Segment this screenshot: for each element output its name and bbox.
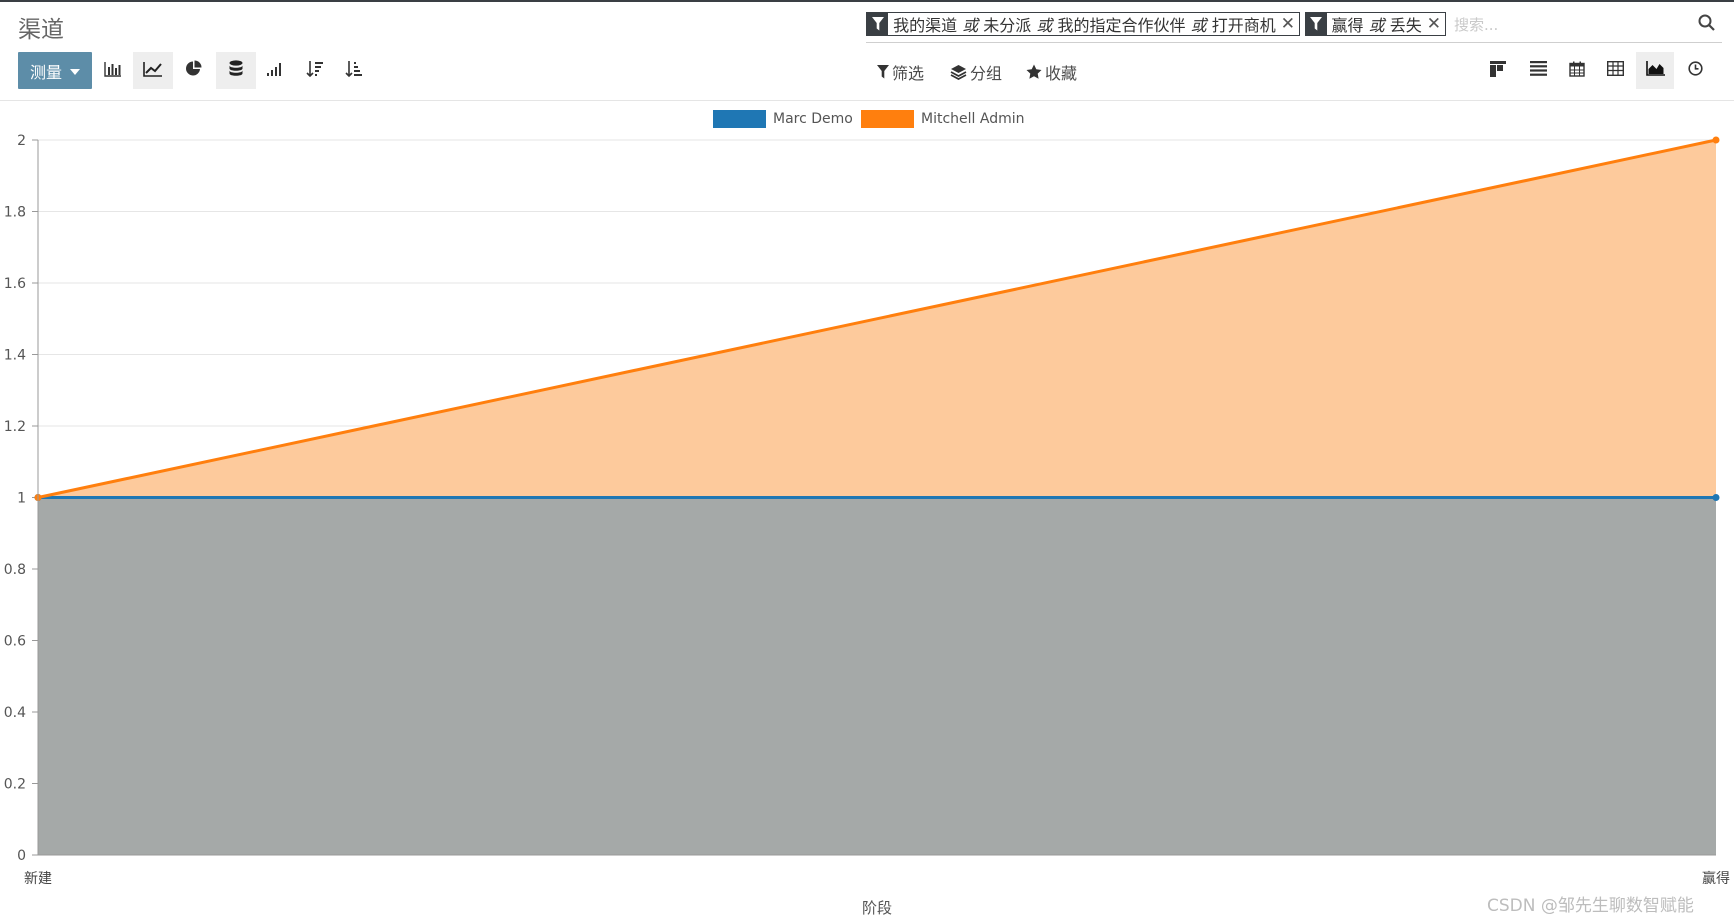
y-tick-label: 2 (17, 133, 26, 149)
facet-separator: 或 (962, 16, 979, 35)
sort-amount-asc-icon (345, 60, 363, 82)
search-facet-filter-1[interactable]: 我的渠道 或 未分派 或 我的指定合作伙伴 或 打开商机 ✕ (866, 12, 1300, 36)
filter-icon (877, 65, 889, 79)
filters-label: 筛选 (892, 64, 925, 83)
x-tick-label: 赢得 (1702, 870, 1730, 887)
facet-separator: 或 (1368, 16, 1385, 35)
view-list-button[interactable] (1519, 52, 1557, 89)
y-tick-label: 0.4 (4, 705, 26, 721)
view-calendar-button[interactable] (1558, 52, 1596, 89)
favorites-label: 收藏 (1045, 64, 1078, 83)
facet-separator: 或 (1036, 16, 1053, 35)
search-bar[interactable]: 我的渠道 或 未分派 或 我的指定合作伙伴 或 打开商机 ✕ 赢得 或 丢失 ✕ (866, 9, 1722, 43)
data-point-series-1 (1712, 136, 1720, 144)
page-title: 渠道 (18, 17, 64, 43)
table-icon (1606, 60, 1624, 80)
cumulative-button[interactable] (255, 52, 295, 89)
stacked-button[interactable] (216, 52, 256, 89)
facet-value: 未分派 (983, 16, 1032, 35)
filters-menu-button[interactable]: 筛选 (877, 60, 924, 84)
area-chart: 0 0.2 0.4 0.6 0.8 1 1.2 1.4 1.6 1.8 2 新建 赢得 (4, 133, 1730, 887)
bar-chart-icon (104, 61, 122, 81)
view-pivot-button[interactable] (1596, 52, 1634, 89)
line-chart-button[interactable] (133, 52, 173, 89)
y-tick-label: 1.2 (4, 419, 26, 435)
sort-descending-button[interactable] (295, 52, 335, 89)
groupby-label: 分组 (970, 64, 1003, 83)
y-tick-label: 0 (17, 848, 26, 864)
filter-icon (867, 13, 889, 35)
search-facet-filter-2[interactable]: 赢得 或 丢失 ✕ (1305, 12, 1446, 36)
y-tick-label: 0.6 (4, 634, 26, 650)
x-axis-title: 阶段 (862, 899, 893, 917)
calendar-icon (1569, 61, 1585, 81)
sort-amount-desc-icon (306, 60, 324, 82)
facet-value: 我的指定合作伙伴 (1057, 16, 1186, 35)
favorites-menu-button[interactable]: 收藏 (1026, 60, 1077, 84)
facet-value: 我的渠道 (893, 16, 958, 35)
database-icon (229, 59, 243, 82)
facet-remove-icon[interactable]: ✕ (1281, 14, 1295, 34)
facet-separator: 或 (1190, 16, 1207, 35)
list-icon (1529, 61, 1547, 80)
control-panel-divider (0, 100, 1734, 101)
signal-bars-icon (266, 61, 284, 80)
facet-value: 打开商机 (1211, 16, 1276, 35)
filter-icon (1306, 13, 1327, 35)
facet-value: 赢得 (1331, 16, 1364, 35)
y-tick-label: 0.8 (4, 562, 26, 578)
star-icon (1026, 64, 1042, 79)
search-icon[interactable] (1698, 14, 1715, 35)
layers-icon (950, 65, 967, 80)
facet-value: 丢失 (1389, 16, 1422, 35)
y-tick-label: 0.2 (4, 777, 26, 793)
watermark: CSDN @邹先生聊数智赋能 (1487, 896, 1694, 916)
facet-remove-icon[interactable]: ✕ (1427, 14, 1441, 34)
data-point-series-0 (1712, 494, 1720, 501)
y-tick-label: 1.8 (4, 205, 26, 221)
pie-chart-button[interactable] (173, 52, 213, 89)
bar-chart-button[interactable] (93, 52, 133, 89)
sort-ascending-button[interactable] (334, 52, 374, 89)
y-tick-label: 1.4 (4, 348, 26, 364)
view-graph-button[interactable] (1636, 52, 1674, 89)
y-tick-label: 1 (17, 491, 26, 507)
measure-label: 测量 (29, 62, 62, 82)
view-kanban-button[interactable] (1479, 52, 1517, 89)
measure-dropdown-button[interactable]: 测量 (18, 52, 92, 89)
groupby-menu-button[interactable]: 分组 (950, 60, 1002, 84)
top-bar-line (0, 0, 1734, 2)
clock-icon (1687, 61, 1703, 80)
view-activity-button[interactable] (1676, 52, 1714, 89)
y-tick-label: 1.6 (4, 276, 26, 292)
area-chart-icon (1645, 61, 1665, 80)
area-fill-series-0 (38, 497, 1716, 855)
caret-down-icon (70, 68, 80, 75)
pie-chart-icon (185, 60, 202, 81)
x-tick-label: 新建 (24, 871, 52, 887)
kanban-icon (1490, 60, 1506, 81)
search-input[interactable] (1452, 13, 1676, 37)
line-chart-icon (143, 61, 163, 81)
